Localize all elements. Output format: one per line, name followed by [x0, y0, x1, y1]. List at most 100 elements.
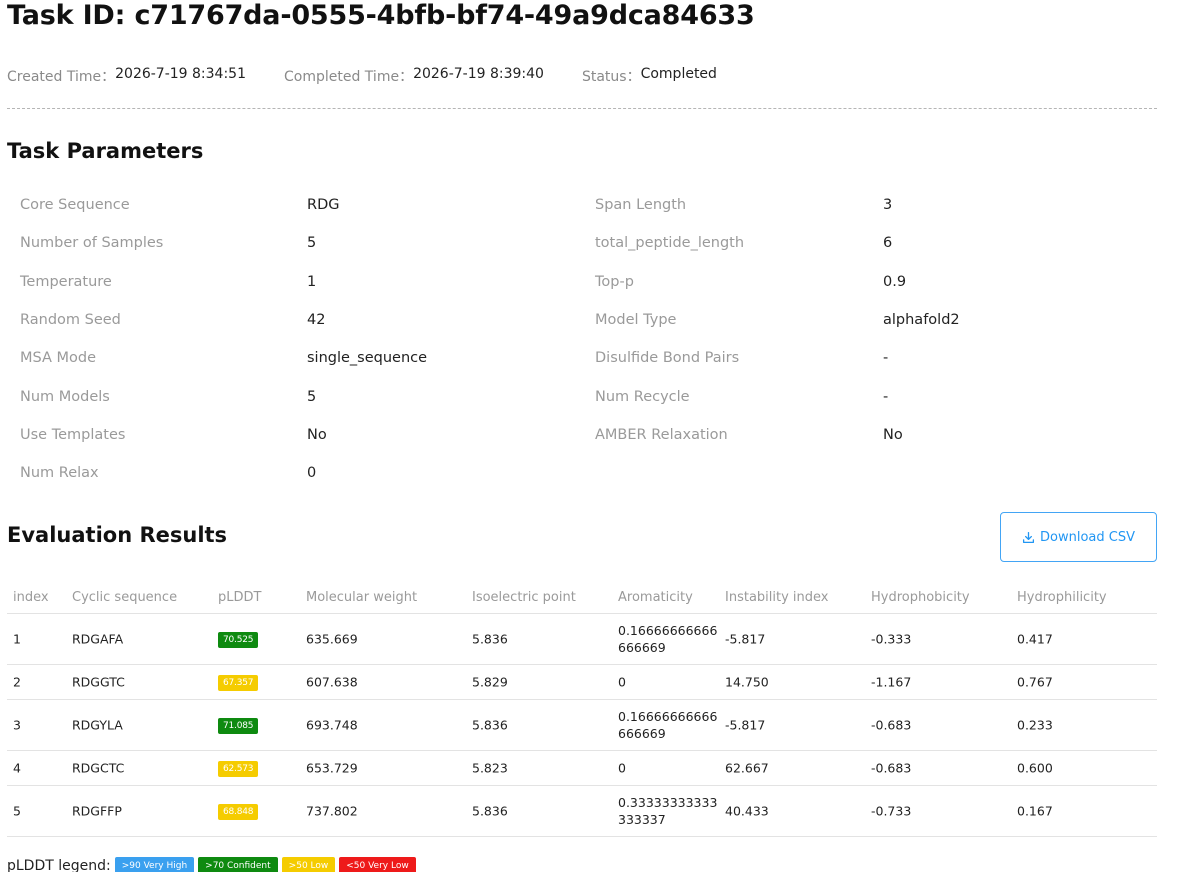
cell-index: 4: [13, 760, 21, 776]
column-header: index: [13, 590, 49, 605]
param-value: No: [883, 427, 903, 443]
cell-instability-index: 14.750: [725, 674, 769, 690]
param-value: 42: [307, 312, 326, 328]
cell-plddt: 68.848: [218, 802, 259, 820]
completed-time-label: Completed Time：: [284, 69, 414, 85]
cell-plddt: 67.357: [218, 673, 259, 691]
cell-index: 3: [13, 717, 21, 733]
task-meta: Created Time： 2026-7-19 8:34:51 Complete…: [7, 66, 717, 86]
cell-molecular-weight: 607.638: [306, 674, 358, 690]
cell-hydrophobicity: -0.683: [871, 760, 912, 776]
param-label: AMBER Relaxation: [595, 427, 728, 443]
param-label: Model Type: [595, 312, 677, 328]
cell-hydrophilicity: 0.167: [1017, 803, 1053, 819]
param-label: Use Templates: [20, 427, 126, 443]
cell-aromaticity: 0.16666666666666669: [618, 709, 718, 741]
param-value: No: [307, 427, 327, 443]
param-value: 3: [883, 197, 893, 213]
legend-chip: <50 Very Low: [339, 857, 416, 872]
status: Status： Completed: [582, 66, 717, 86]
param-value: 5: [307, 235, 317, 251]
cell-hydrophilicity: 0.600: [1017, 760, 1053, 776]
task-parameters-title: Task Parameters: [7, 139, 204, 163]
column-header: Aromaticity: [618, 590, 693, 605]
plddt-badge: 68.848: [218, 804, 259, 820]
param-label: Num Relax: [20, 465, 99, 481]
param-label: Number of Samples: [20, 235, 164, 251]
cell-hydrophilicity: 0.417: [1017, 631, 1053, 647]
column-header: Isoelectric point: [472, 590, 576, 605]
cell-aromaticity: 0: [618, 760, 626, 776]
cell-molecular-weight: 635.669: [306, 631, 358, 647]
cell-molecular-weight: 737.802: [306, 803, 358, 819]
completed-time: Completed Time： 2026-7-19 8:39:40: [284, 66, 544, 86]
table-row: 3 RDGYLA 71.085 693.748 5.836 0.1666666666666…: [7, 700, 1157, 751]
plddt-badge: 70.525: [218, 632, 259, 648]
param-value: 0.9: [883, 274, 907, 290]
legend-label: pLDDT legend:: [7, 858, 111, 872]
cell-sequence: RDGFFP: [72, 803, 122, 819]
cell-instability-index: 40.433: [725, 803, 769, 819]
column-header: Hydrophilicity: [1017, 590, 1107, 605]
table-row: 2 RDGGTC 67.357 607.638 5.829 0 14.750 -1.167 0.…: [7, 665, 1157, 700]
param-value: 0: [307, 465, 317, 481]
param-value: alphafold2: [883, 312, 960, 328]
column-header: Molecular weight: [306, 590, 418, 605]
cell-hydrophobicity: -0.683: [871, 717, 912, 733]
cell-sequence: RDGGTC: [72, 674, 125, 690]
legend-chip: >50 Low: [281, 857, 336, 872]
param-label: Random Seed: [20, 312, 121, 328]
cell-plddt: 62.573: [218, 759, 259, 777]
plddt-legend: pLDDT legend: >90 Very High >70 Confident…: [7, 857, 416, 872]
param-label: total_peptide_length: [595, 235, 745, 251]
download-csv-label: Download CSV: [1040, 529, 1135, 545]
param-value: 1: [307, 274, 317, 290]
cell-isoelectric-point: 5.836: [472, 631, 508, 647]
cell-hydrophobicity: -0.733: [871, 803, 912, 819]
cell-aromaticity: 0.33333333333333337: [618, 795, 718, 827]
table-body: 1 RDGAFA 70.525 635.669 5.836 0.1666666666666…: [7, 614, 1157, 837]
table-header: index Cyclic sequence pLDDT Molecular weigh…: [7, 580, 1157, 614]
param-label: MSA Mode: [20, 350, 97, 366]
cell-hydrophilicity: 0.233: [1017, 717, 1053, 733]
param-value: -: [883, 350, 889, 366]
page-title: Task ID: c71767da-0555-4bfb-bf74-49a9dca…: [7, 0, 755, 31]
param-value: -: [883, 389, 889, 405]
cell-hydrophilicity: 0.767: [1017, 674, 1053, 690]
divider: [7, 108, 1157, 109]
download-csv-button[interactable]: Download CSV: [1000, 512, 1157, 562]
cell-index: 5: [13, 803, 21, 819]
completed-time-value: 2026-7-19 8:39:40: [413, 66, 544, 82]
table-row: 4 RDGCTC 62.573 653.729 5.823 0 62.667 -0.683 0.…: [7, 751, 1157, 786]
cell-plddt: 70.525: [218, 630, 259, 648]
cell-aromaticity: 0: [618, 674, 626, 690]
cell-sequence: RDGYLA: [72, 717, 123, 733]
cell-isoelectric-point: 5.823: [472, 760, 508, 776]
created-time: Created Time： 2026-7-19 8:34:51: [7, 66, 246, 86]
param-label: Disulfide Bond Pairs: [595, 350, 740, 366]
results-table: index Cyclic sequence pLDDT Molecular weigh…: [7, 580, 1157, 837]
plddt-badge: 71.085: [218, 718, 259, 734]
plddt-badge: 67.357: [218, 675, 259, 691]
param-label: Span Length: [595, 197, 687, 213]
param-label: Top-p: [595, 274, 634, 290]
cell-isoelectric-point: 5.836: [472, 717, 508, 733]
download-icon: [1022, 531, 1035, 543]
status-value: Completed: [640, 66, 717, 82]
cell-sequence: RDGAFA: [72, 631, 124, 647]
plddt-badge: 62.573: [218, 761, 259, 777]
cell-isoelectric-point: 5.836: [472, 803, 508, 819]
column-header: Instability index: [725, 590, 829, 605]
created-time-value: 2026-7-19 8:34:51: [115, 66, 246, 82]
param-value: 6: [883, 235, 893, 251]
cell-plddt: 71.085: [218, 716, 259, 734]
param-label: Core Sequence: [20, 197, 130, 213]
cell-aromaticity: 0.16666666666666669: [618, 623, 718, 655]
table-row: 5 RDGFFP 68.848 737.802 5.836 0.3333333333333…: [7, 786, 1157, 837]
param-value: 5: [307, 389, 317, 405]
cell-isoelectric-point: 5.829: [472, 674, 508, 690]
param-label: Num Recycle: [595, 389, 690, 405]
legend-chip: >90 Very High: [114, 857, 195, 872]
cell-molecular-weight: 693.748: [306, 717, 358, 733]
legend-chip: >70 Confident: [198, 857, 278, 872]
